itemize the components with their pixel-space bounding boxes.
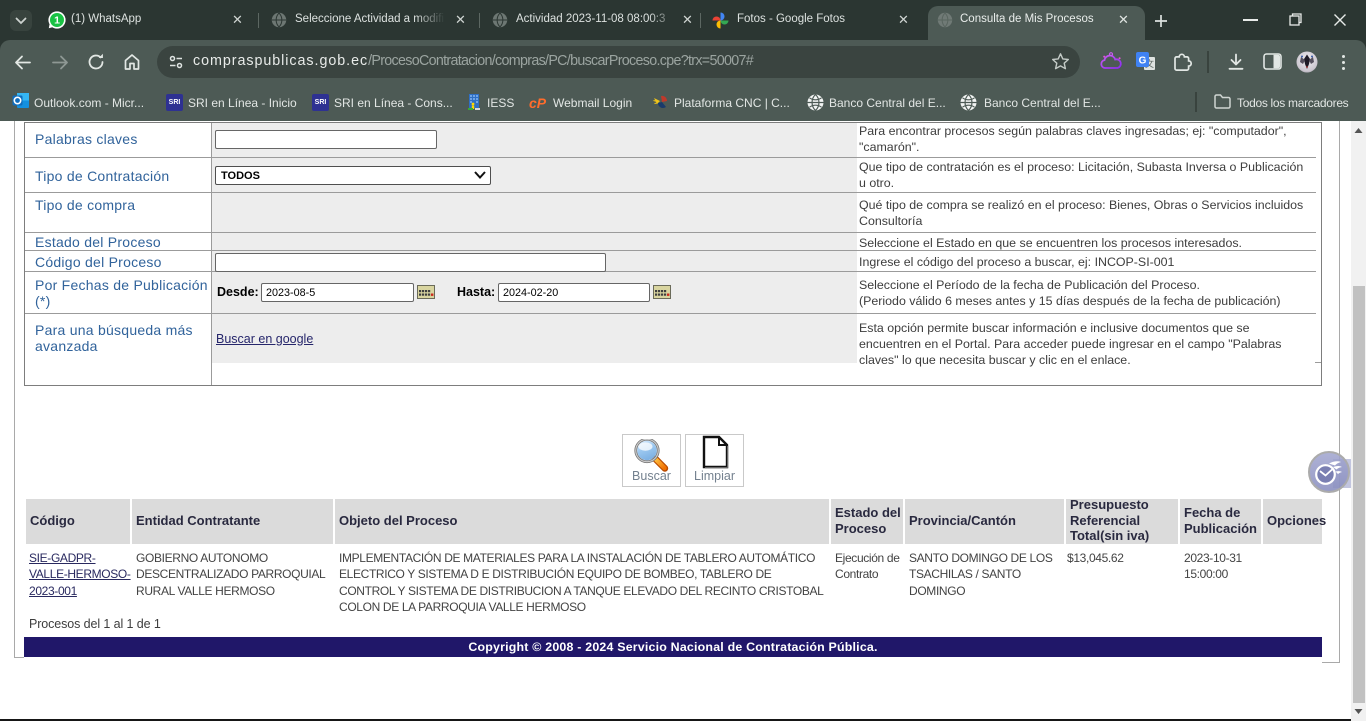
svg-text:1: 1 bbox=[54, 15, 60, 27]
svg-text:G: G bbox=[1139, 56, 1147, 67]
